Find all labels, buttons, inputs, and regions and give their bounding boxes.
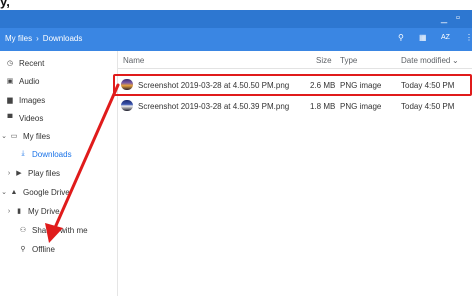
background-text: y, [0, 0, 10, 9]
background-text-fragment: y, [0, 0, 472, 10]
files-app-window: _ ▫ My files › Downloads ⚲ ▦ AZ ⋮ ◷ Rece… [0, 10, 472, 296]
annotation-arrow [45, 83, 120, 243]
